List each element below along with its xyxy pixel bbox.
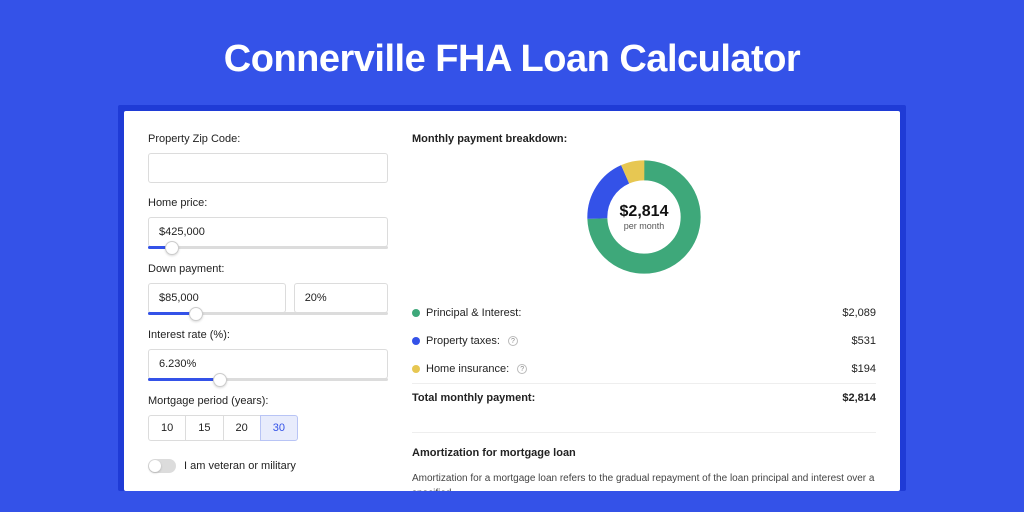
amortization-heading: Amortization for mortgage loan [412,447,876,459]
zip-input[interactable] [148,153,388,183]
legend-row: Home insurance:? $194 [412,355,876,383]
legend-amount: $194 [852,363,876,375]
zip-label: Property Zip Code: [148,133,388,145]
veteran-row: I am veteran or military [148,459,388,473]
legend-amount: $531 [852,335,876,347]
calculator-card: Property Zip Code: Home price: Down paym… [124,111,900,491]
legend-row: Principal & Interest: $2,089 [412,299,876,327]
toggle-knob [149,460,161,472]
total-label: Total monthly payment: [412,392,535,404]
legend-dot-icon [412,337,420,345]
period-option-15[interactable]: 15 [185,415,223,441]
calculator-shell: Property Zip Code: Home price: Down paym… [118,105,906,491]
down-payment-percent-input[interactable] [294,283,388,313]
home-price-label: Home price: [148,197,388,209]
interest-field: Interest rate (%): [148,329,388,381]
donut-center: $2,814 per month [620,203,669,231]
slider-fill [148,378,220,381]
breakdown-legend: Principal & Interest: $2,089 Property taxe… [412,299,876,383]
down-payment-slider[interactable] [148,312,388,315]
help-icon[interactable]: ? [517,364,527,374]
down-payment-amount-input[interactable] [148,283,286,313]
donut-amount: $2,814 [620,203,669,221]
donut-caption: per month [620,221,669,231]
period-label: Mortgage period (years): [148,395,388,407]
legend-dot-icon [412,309,420,317]
amortization-section: Amortization for mortgage loan Amortizat… [412,432,876,491]
legend-label: Property taxes: [426,335,500,347]
home-price-input[interactable] [148,217,388,247]
period-option-10[interactable]: 10 [148,415,186,441]
breakdown-heading: Monthly payment breakdown: [412,133,876,145]
interest-slider[interactable] [148,378,388,381]
legend-label: Home insurance: [426,363,509,375]
period-option-20[interactable]: 20 [223,415,261,441]
slider-handle[interactable] [165,241,179,255]
donut-chart-wrap: $2,814 per month [412,157,876,277]
help-icon[interactable]: ? [508,336,518,346]
legend-dot-icon [412,365,420,373]
legend-amount: $2,089 [842,307,876,319]
veteran-toggle[interactable] [148,459,176,473]
period-group: 10152030 [148,415,388,441]
page-title: Connerville FHA Loan Calculator [0,0,1024,105]
total-amount: $2,814 [842,392,876,404]
home-price-slider[interactable] [148,246,388,249]
down-payment-label: Down payment: [148,263,388,275]
veteran-label: I am veteran or military [184,460,296,472]
period-field: Mortgage period (years): 10152030 [148,395,388,441]
form-column: Property Zip Code: Home price: Down paym… [148,133,388,491]
zip-field: Property Zip Code: [148,133,388,183]
legend-row: Property taxes:? $531 [412,327,876,355]
slider-handle[interactable] [189,307,203,321]
interest-label: Interest rate (%): [148,329,388,341]
total-row: Total monthly payment: $2,814 [412,384,876,412]
donut-chart: $2,814 per month [584,157,704,277]
amortization-text: Amortization for a mortgage loan refers … [412,471,876,491]
interest-input[interactable] [148,349,388,379]
slider-handle[interactable] [213,373,227,387]
home-price-field: Home price: [148,197,388,249]
breakdown-column: Monthly payment breakdown: $2,814 per mo… [412,133,876,491]
period-option-30[interactable]: 30 [260,415,298,441]
down-payment-field: Down payment: [148,263,388,315]
legend-label: Principal & Interest: [426,307,521,319]
